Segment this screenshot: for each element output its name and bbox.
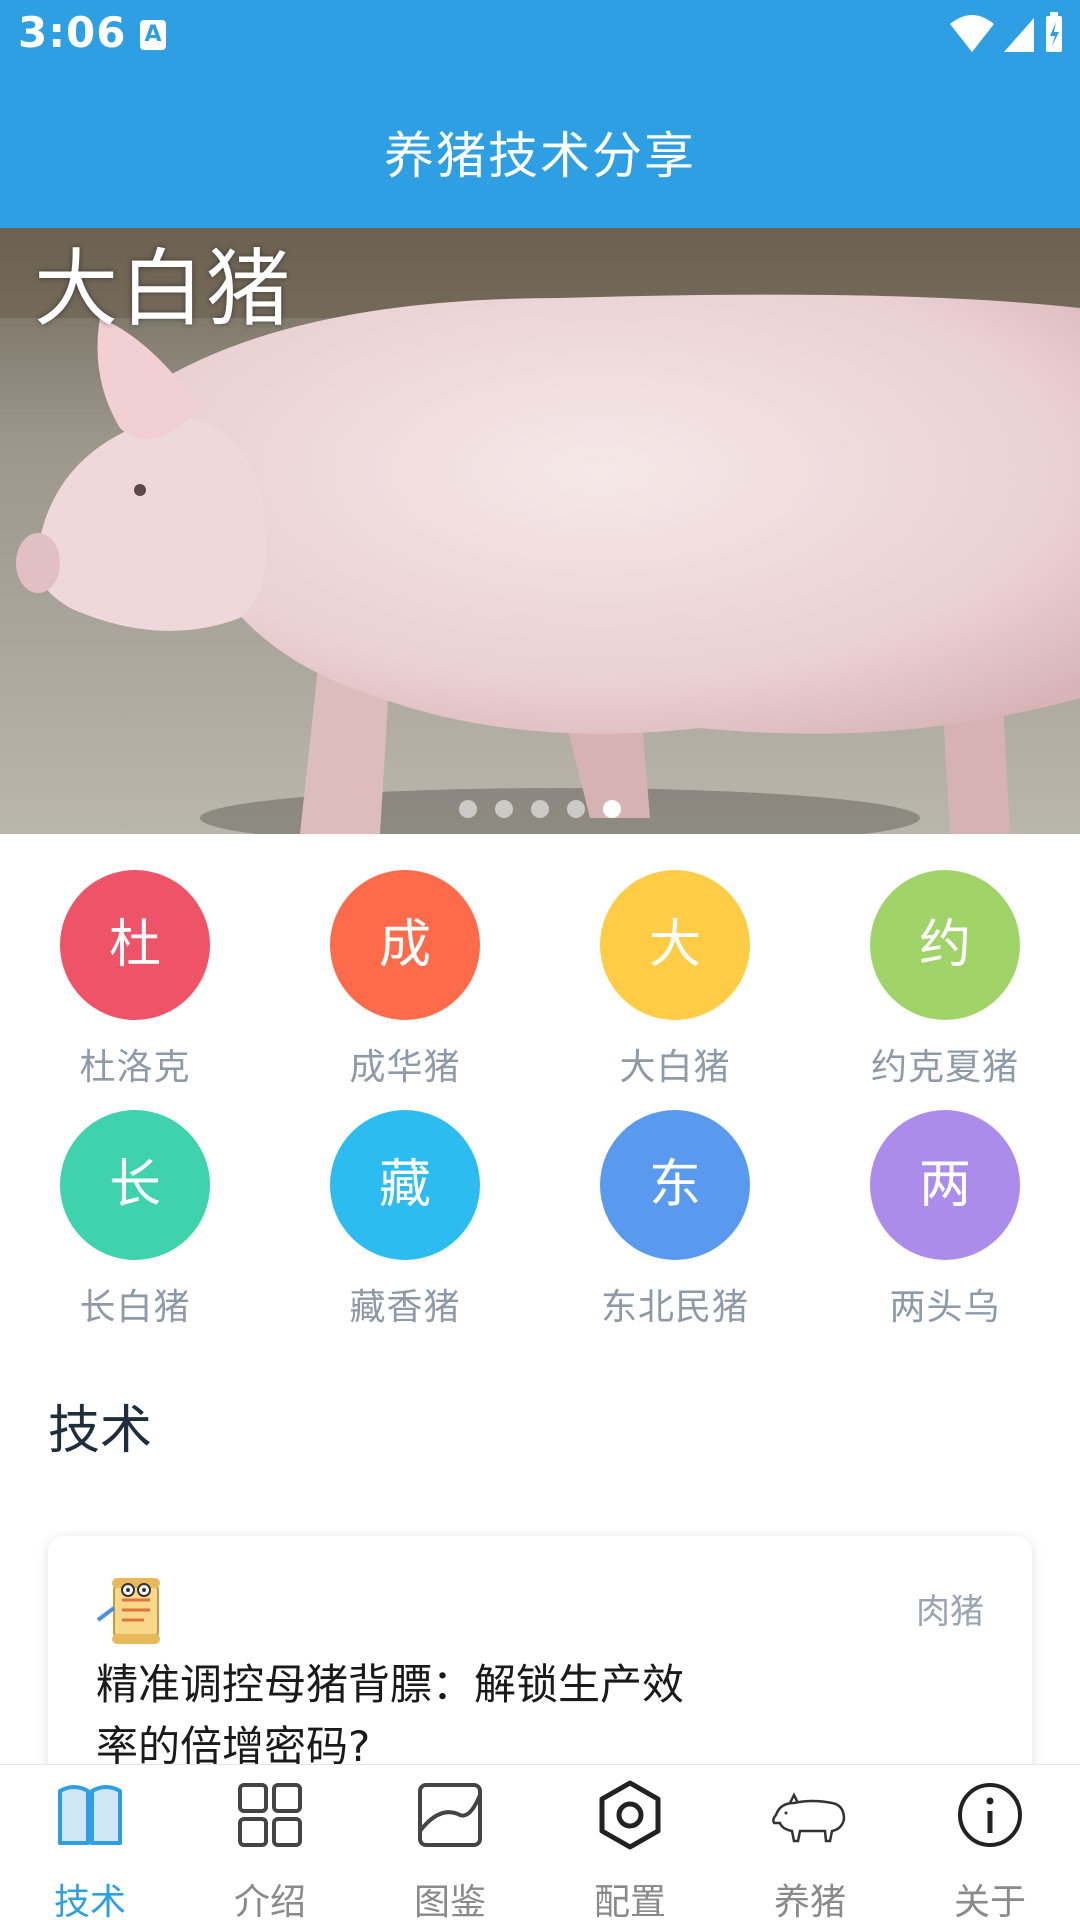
breed-avatar: 两 [870, 1110, 1020, 1260]
breed-avatar: 成 [330, 870, 480, 1020]
breed-avatar: 约 [870, 870, 1020, 1020]
status-bar: 3:06 A [0, 0, 1080, 72]
breed-item[interactable]: 东 东北民猪 [540, 1110, 810, 1330]
banner-carousel[interactable]: 大白猪 [0, 228, 1080, 834]
breed-label: 约克夏猪 [870, 1047, 1019, 1088]
nav-label: 介绍 [233, 1882, 306, 1923]
bottom-navigation: 技术 介绍 图鉴 配置 养猪 关于 [0, 1764, 1080, 1923]
app-bar: 养猪技术分享 [0, 72, 1080, 228]
article-tag: 肉猪 [916, 1592, 984, 1632]
article-title: 精准调控母猪背膘：解锁生产效率的倍增密码? [96, 1660, 685, 1771]
battery-icon [1046, 12, 1062, 52]
carousel-dot[interactable] [459, 800, 477, 818]
scroll-mascot-icon [94, 1568, 174, 1652]
breed-item[interactable]: 杜 杜洛克 [0, 870, 270, 1090]
notification-icon: A [140, 20, 166, 50]
breed-avatar: 藏 [330, 1110, 480, 1260]
section-title: 技术 [48, 1401, 153, 1461]
breed-avatar: 大 [600, 870, 750, 1020]
breed-avatar: 东 [600, 1110, 750, 1260]
breed-item[interactable]: 约 约克夏猪 [810, 870, 1080, 1090]
nav-item-config[interactable]: 配置 [540, 1765, 720, 1923]
nav-label: 技术 [53, 1882, 126, 1923]
breed-label: 大白猪 [619, 1047, 731, 1088]
breed-label: 东北民猪 [600, 1287, 749, 1328]
breed-item[interactable]: 大 大白猪 [540, 870, 810, 1090]
carousel-dot[interactable] [531, 800, 549, 818]
gallery-icon [410, 1775, 490, 1859]
carousel-indicator [0, 800, 1080, 818]
nav-item-farming[interactable]: 养猪 [720, 1765, 900, 1923]
page-title: 养猪技术分享 [384, 127, 696, 185]
nav-label: 关于 [953, 1882, 1026, 1923]
breed-item[interactable]: 成 成华猪 [270, 870, 540, 1090]
breed-label: 藏香猪 [349, 1287, 461, 1328]
breed-item[interactable]: 长 长白猪 [0, 1110, 270, 1330]
breed-item[interactable]: 两 两头乌 [810, 1110, 1080, 1330]
grid-icon [230, 1775, 310, 1859]
carousel-dot-active[interactable] [603, 800, 621, 818]
nav-item-gallery[interactable]: 图鉴 [360, 1765, 540, 1923]
breed-item[interactable]: 藏 藏香猪 [270, 1110, 540, 1330]
wifi-icon [950, 15, 994, 52]
breed-label: 两头乌 [889, 1287, 1001, 1328]
carousel-dot[interactable] [567, 800, 585, 818]
nav-label: 图鉴 [413, 1882, 486, 1923]
book-icon [50, 1775, 130, 1859]
status-icons [946, 10, 1066, 64]
nav-item-intro[interactable]: 介绍 [180, 1765, 360, 1923]
nav-label: 配置 [593, 1882, 666, 1923]
status-time: 3:06 [18, 8, 127, 57]
carousel-dot[interactable] [495, 800, 513, 818]
nav-label: 养猪 [773, 1882, 846, 1923]
banner-caption: 大白猪 [34, 240, 293, 338]
signal-icon [1004, 18, 1034, 52]
breed-label: 长白猪 [79, 1287, 191, 1328]
nav-item-tech[interactable]: 技术 [0, 1765, 180, 1923]
breed-avatar: 长 [60, 1110, 210, 1260]
breed-label: 成华猪 [349, 1047, 461, 1088]
breed-label: 杜洛克 [79, 1047, 191, 1088]
info-icon [950, 1775, 1030, 1859]
hexagon-settings-icon [590, 1775, 670, 1859]
breed-avatar: 杜 [60, 870, 210, 1020]
nav-item-about[interactable]: 关于 [900, 1765, 1080, 1923]
pig-icon [770, 1775, 850, 1859]
